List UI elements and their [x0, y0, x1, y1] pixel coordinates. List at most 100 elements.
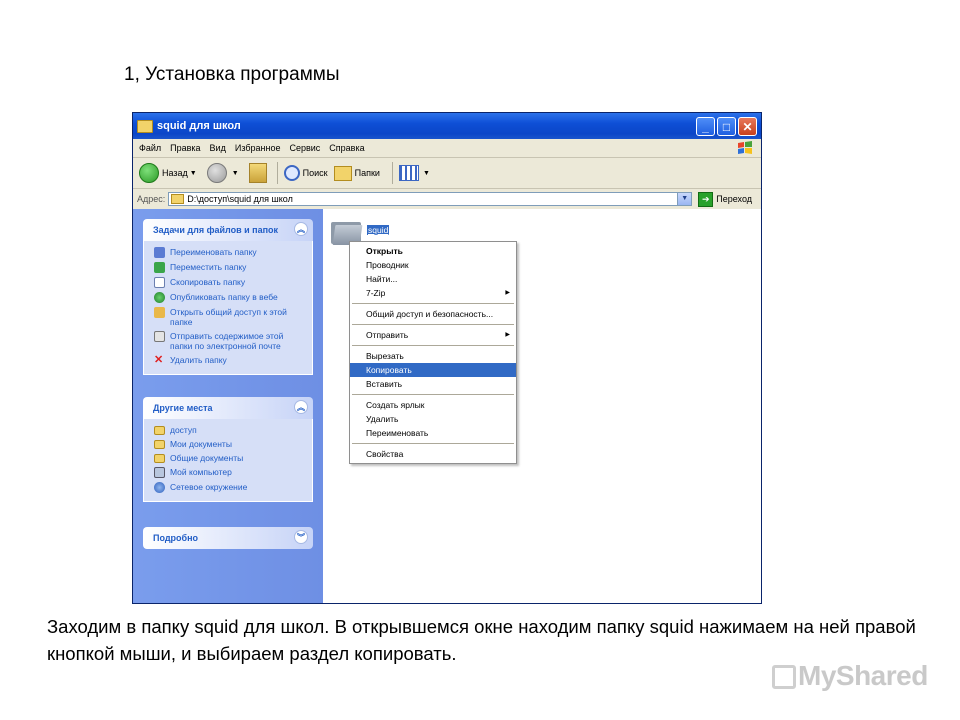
ctx-7zip[interactable]: 7-Zip ▶: [350, 286, 516, 300]
toolbar-separator: [391, 162, 393, 184]
task-share-folder[interactable]: Открыть общий доступ к этой папке: [154, 307, 306, 327]
menu-separator: [352, 324, 514, 325]
menu-separator: [352, 303, 514, 304]
place-label: Сетевое окружение: [170, 482, 248, 492]
task-delete-folder[interactable]: ✕ Удалить папку: [154, 355, 306, 366]
window-title: squid для школ: [157, 120, 241, 132]
copy-icon: [154, 277, 165, 288]
place-label: доступ: [170, 425, 197, 435]
mail-icon: [154, 331, 165, 342]
my-computer-icon: [154, 467, 165, 478]
menu-help[interactable]: Справка: [329, 143, 364, 153]
task-pane: Задачи для файлов и папок ︽ Переименоват…: [133, 209, 323, 603]
ctx-send-to[interactable]: Отправить ▶: [350, 328, 516, 342]
ctx-sharing-security[interactable]: Общий доступ и безопасность...: [350, 307, 516, 321]
menu-separator: [352, 394, 514, 395]
ctx-7zip-label: 7-Zip: [366, 288, 386, 298]
task-email-folder[interactable]: Отправить содержимое этой папки по элект…: [154, 331, 306, 351]
ctx-delete[interactable]: Удалить: [350, 412, 516, 426]
chevron-down-icon[interactable]: ▼: [232, 170, 239, 177]
ctx-copy[interactable]: Копировать: [350, 363, 516, 377]
menu-separator: [352, 345, 514, 346]
toolbar: Назад ▼ ▼ Поиск Папки ▼: [133, 158, 761, 189]
watermark-icon: [770, 663, 796, 689]
back-button[interactable]: Назад ▼: [139, 163, 201, 183]
slide-heading: 1, Установка программы: [124, 64, 340, 85]
details-panel-header[interactable]: Подробно ︾: [143, 527, 313, 549]
submenu-arrow-icon: ▶: [505, 290, 510, 296]
go-arrow-icon: ➔: [698, 191, 714, 207]
expand-icon[interactable]: ︾: [294, 530, 308, 544]
maximize-button[interactable]: □: [717, 116, 736, 136]
search-button[interactable]: Поиск: [283, 165, 328, 181]
place-shared-documents[interactable]: Общие документы: [154, 453, 306, 463]
tasks-panel-body: Переименовать папку Переместить папку Ск…: [143, 241, 313, 375]
selected-folder-label[interactable]: squid: [367, 225, 390, 235]
views-icon: [398, 165, 419, 181]
close-button[interactable]: ✕: [738, 116, 757, 136]
task-label: Переименовать папку: [170, 247, 257, 257]
place-my-documents[interactable]: Мои документы: [154, 439, 306, 449]
folders-button[interactable]: Папки: [333, 165, 380, 181]
minimize-button[interactable]: _: [696, 116, 715, 136]
places-panel-body: доступ Мои документы Общие документы Мой…: [143, 419, 313, 502]
go-button[interactable]: ➔ Переход: [698, 191, 753, 207]
menu-file[interactable]: Файл: [139, 143, 161, 153]
menu-tools[interactable]: Сервис: [289, 143, 320, 153]
watermark-logo: MyShared: [770, 660, 928, 692]
context-menu: Открыть Проводник Найти... 7-Zip ▶ Общий …: [349, 241, 517, 464]
tasks-panel: Задачи для файлов и папок ︽ Переименоват…: [143, 219, 313, 375]
forward-button[interactable]: ▼: [206, 163, 243, 183]
ctx-create-shortcut[interactable]: Создать ярлык: [350, 398, 516, 412]
title-bar[interactable]: squid для школ _ □ ✕: [133, 113, 761, 139]
collapse-icon[interactable]: ︽: [294, 222, 308, 236]
task-label: Переместить папку: [170, 262, 247, 272]
folder-icon: [171, 194, 185, 204]
task-label: Открыть общий доступ к этой папке: [170, 307, 287, 327]
explorer-window: squid для школ _ □ ✕ Файл Правка Вид Изб…: [132, 112, 762, 604]
chevron-down-icon[interactable]: ▼: [190, 170, 197, 177]
delete-icon: ✕: [154, 354, 164, 366]
ctx-open[interactable]: Открыть: [350, 244, 516, 258]
ctx-properties[interactable]: Свойства: [350, 447, 516, 461]
ctx-paste[interactable]: Вставить: [350, 377, 516, 391]
ctx-explorer[interactable]: Проводник: [350, 258, 516, 272]
views-button[interactable]: ▼: [398, 165, 434, 181]
ctx-rename[interactable]: Переименовать: [350, 426, 516, 440]
collapse-icon[interactable]: ︽: [294, 400, 308, 414]
task-move-folder[interactable]: Переместить папку: [154, 262, 306, 273]
menu-favorites[interactable]: Избранное: [235, 143, 281, 153]
folder-up-icon[interactable]: [248, 163, 267, 183]
place-label: Мой компьютер: [170, 467, 232, 477]
share-icon: [154, 307, 165, 318]
place-label: Мои документы: [170, 439, 232, 449]
menu-view[interactable]: Вид: [210, 143, 226, 153]
places-panel-header[interactable]: Другие места ︽: [143, 397, 313, 419]
task-publish-web[interactable]: Опубликовать папку в вебе: [154, 292, 306, 303]
tasks-panel-title: Задачи для файлов и папок: [153, 225, 279, 235]
task-rename-folder[interactable]: Переименовать папку: [154, 247, 306, 258]
go-label: Переход: [716, 194, 753, 204]
place-dostup[interactable]: доступ: [154, 425, 306, 435]
my-documents-icon: [154, 440, 165, 449]
ctx-cut[interactable]: Вырезать: [350, 349, 516, 363]
details-panel: Подробно ︾: [143, 527, 313, 549]
back-arrow-icon: [139, 163, 159, 183]
task-label: Удалить папку: [170, 355, 227, 365]
address-value: D:\доступ\squid для школ: [187, 194, 293, 204]
move-icon: [154, 262, 165, 273]
task-copy-folder[interactable]: Скопировать папку: [154, 277, 306, 288]
ctx-find[interactable]: Найти...: [350, 272, 516, 286]
task-label: Отправить содержимое этой папки по элект…: [170, 331, 284, 351]
back-label: Назад: [162, 168, 188, 178]
place-my-computer[interactable]: Мой компьютер: [154, 467, 306, 478]
menu-edit[interactable]: Правка: [170, 143, 200, 153]
tasks-panel-header[interactable]: Задачи для файлов и папок ︽: [143, 219, 313, 241]
folders-label: Папки: [354, 168, 380, 178]
chevron-down-icon[interactable]: ▼: [677, 193, 692, 205]
folder-icon: [137, 119, 153, 133]
places-panel: Другие места ︽ доступ Мои документы Общи…: [143, 397, 313, 502]
address-input[interactable]: D:\доступ\squid для школ ▼: [168, 192, 693, 206]
place-network[interactable]: Сетевое окружение: [154, 482, 306, 493]
places-panel-title: Другие места: [153, 403, 213, 413]
